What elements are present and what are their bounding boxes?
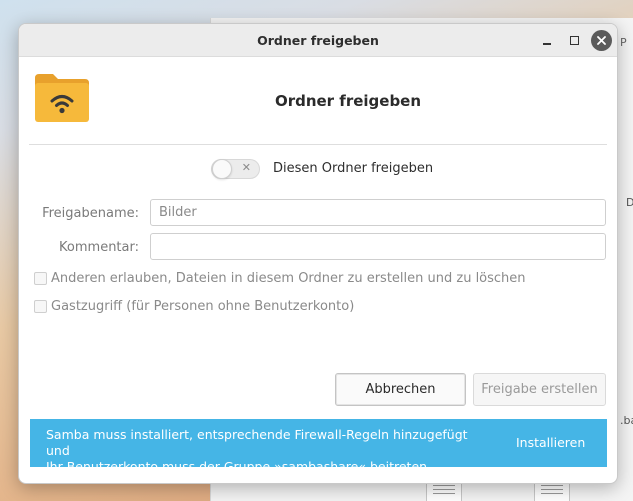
share-name-input[interactable] bbox=[150, 199, 606, 226]
info-bar-line-1: Samba muss installiert, entsprechende Fi… bbox=[46, 427, 468, 458]
comment-input[interactable] bbox=[150, 233, 606, 260]
window-title: Ordner freigeben bbox=[257, 33, 379, 48]
info-bar-message: Samba muss installiert, entsprechende Fi… bbox=[46, 427, 486, 475]
maximize-icon bbox=[570, 36, 579, 45]
window-titlebar[interactable]: Ordner freigeben bbox=[19, 24, 617, 57]
comment-label: Kommentar: bbox=[59, 240, 139, 255]
cancel-button[interactable]: Abbrechen bbox=[335, 373, 466, 406]
share-folder-dialog: Ordner freigeben Ordner freigeben ✕ Dies… bbox=[18, 23, 618, 484]
allow-others-checkbox[interactable] bbox=[34, 272, 47, 285]
minimize-icon bbox=[542, 42, 551, 45]
guest-access-option[interactable]: Gastzugriff (für Personen ohne Benutzerk… bbox=[34, 299, 354, 315]
background-side-text: D bbox=[626, 196, 633, 209]
share-toggle-row: ✕ Diesen Ordner freigeben bbox=[19, 158, 617, 180]
toggle-knob bbox=[212, 159, 232, 179]
dialog-heading: Ordner freigeben bbox=[274, 92, 422, 110]
close-icon bbox=[597, 36, 606, 45]
share-name-label: Freigabename: bbox=[42, 206, 139, 221]
info-bar-line-2: Ihr Benutzerkonto muss der Gruppe »samba… bbox=[46, 459, 432, 474]
samba-info-bar: Samba muss installiert, entsprechende Fi… bbox=[30, 419, 607, 474]
allow-others-option[interactable]: Anderen erlauben, Dateien in diesem Ordn… bbox=[34, 271, 526, 287]
create-share-button[interactable]: Freigabe erstellen bbox=[473, 373, 606, 406]
toggle-off-icon: ✕ bbox=[241, 161, 251, 174]
guest-access-label: Gastzugriff (für Personen ohne Benutzerk… bbox=[51, 299, 355, 314]
background-file-extension: .ba bbox=[620, 414, 633, 427]
header-divider bbox=[29, 144, 607, 145]
guest-access-checkbox[interactable] bbox=[34, 300, 47, 313]
maximize-button[interactable] bbox=[564, 30, 585, 51]
share-folder-toggle[interactable]: ✕ bbox=[211, 159, 260, 179]
install-button[interactable]: Installieren bbox=[516, 435, 585, 450]
background-window-title: P bbox=[620, 36, 627, 49]
share-folder-toggle-label: Diesen Ordner freigeben bbox=[273, 161, 434, 176]
minimize-button[interactable] bbox=[536, 30, 557, 51]
dialog-header: Ordner freigeben bbox=[19, 57, 617, 145]
allow-others-label: Anderen erlauben, Dateien in diesem Ordn… bbox=[51, 271, 526, 286]
close-button[interactable] bbox=[591, 30, 612, 51]
